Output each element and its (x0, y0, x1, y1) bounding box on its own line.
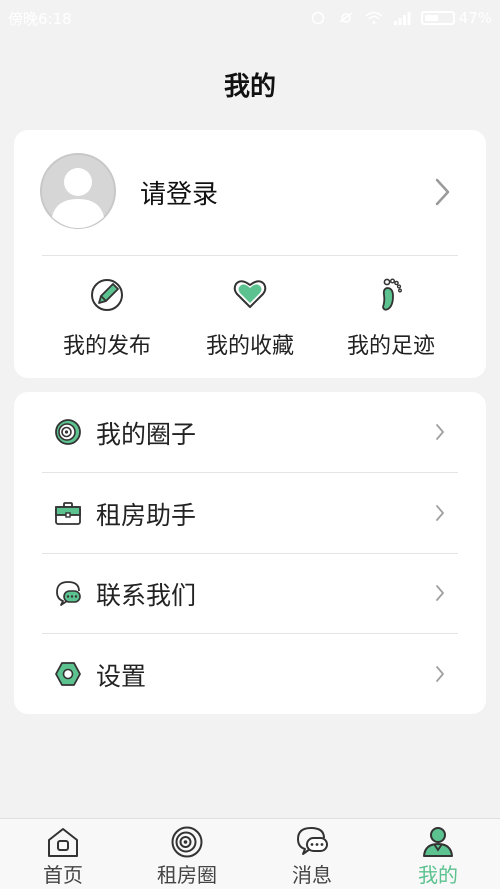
circle-target-icon (55, 419, 81, 445)
quick-action-label: 我的收藏 (205, 334, 294, 359)
page-title: 我的 (223, 72, 276, 102)
chat-icon (56, 581, 81, 606)
menu-item-rental-assistant[interactable]: 租房助手 (14, 473, 486, 553)
quick-action-favorites[interactable]: 我的收藏 (180, 276, 320, 360)
status-bar: 傍晚6:18 47% (0, 0, 500, 36)
divider (42, 255, 458, 256)
status-time: 傍晚6:18 (8, 9, 72, 28)
settings-hex-icon (55, 662, 81, 686)
home-icon (48, 828, 78, 857)
tab-label: 首页 (43, 863, 83, 887)
tab-home[interactable]: 首页 (13, 825, 113, 888)
footprint-icon (382, 278, 402, 311)
quick-action-label: 我的发布 (62, 334, 151, 359)
login-label[interactable]: 请登录 (140, 174, 218, 211)
chevron-right-icon (436, 585, 444, 601)
battery-level: 47% (458, 9, 492, 27)
menu-item-contact-us[interactable]: 联系我们 (14, 553, 486, 633)
mute-icon (339, 12, 353, 23)
user-icon (423, 827, 453, 857)
tab-rental-circle[interactable]: 租房圈 (137, 825, 237, 888)
avatar[interactable] (40, 153, 116, 229)
tab-label: 租房圈 (157, 863, 217, 887)
battery-icon (420, 11, 455, 25)
target-icon (171, 826, 203, 858)
tab-label: 消息 (292, 863, 332, 887)
heart-icon (233, 280, 267, 308)
menu-item-label: 联系我们 (96, 581, 197, 610)
message-icon (297, 826, 328, 855)
quick-action-label: 我的足迹 (346, 334, 435, 359)
quick-action-history[interactable]: 我的足迹 (321, 276, 461, 360)
tab-messages[interactable]: 消息 (262, 825, 362, 888)
menu-item-label: 租房助手 (96, 501, 197, 530)
chevron-right-icon (436, 666, 444, 682)
menu-card: 我的圈子 租房助手 联系我们 设置 (14, 392, 486, 714)
chevron-right-icon (435, 178, 450, 206)
login-row[interactable]: 请登录 (14, 130, 486, 254)
edit-icon (91, 279, 123, 311)
tab-me[interactable]: 我的 (388, 825, 488, 888)
chevron-right-icon (436, 505, 444, 521)
menu-item-settings[interactable]: 设置 (14, 634, 486, 714)
menu-item-label: 我的圈子 (96, 420, 197, 449)
battery: 47% (420, 9, 492, 27)
default-avatar-icon (40, 153, 116, 229)
wifi-icon (365, 11, 383, 24)
alarm-icon (311, 11, 324, 25)
tab-label: 我的 (418, 863, 458, 887)
status-icons: 47% (309, 9, 492, 27)
bottom-tab-bar: 首页 租房圈 消息 我的 (0, 818, 500, 889)
profile-card: 请登录 我的发布 我的收藏 我的足迹 (14, 130, 486, 378)
signal-icon (393, 12, 411, 25)
menu-item-label: 设置 (96, 662, 147, 691)
chevron-right-icon (436, 424, 444, 440)
quick-action-my-posts[interactable]: 我的发布 (37, 276, 177, 360)
menu-item-my-circles[interactable]: 我的圈子 (14, 392, 486, 472)
briefcase-icon (55, 502, 81, 525)
